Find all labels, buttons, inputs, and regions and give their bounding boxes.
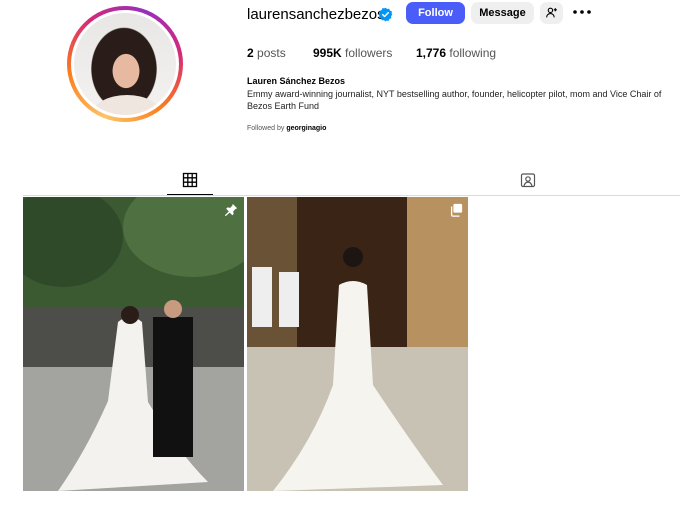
post-thumbnail-1[interactable]: [23, 197, 244, 491]
verified-badge-icon: [378, 7, 393, 22]
username: laurensanchezbezos: [247, 6, 385, 23]
active-tab-indicator: [167, 194, 213, 195]
carousel-icon: [450, 203, 463, 217]
follow-button[interactable]: Follow: [406, 2, 465, 24]
post-thumbnail-2[interactable]: [247, 197, 468, 491]
avatar-shoulder: [92, 95, 162, 115]
followers-stat[interactable]: 995K followers: [313, 46, 392, 60]
bio-text: Emmy award-winning journalist, NYT bests…: [247, 89, 662, 111]
followers-count: 995K: [313, 46, 342, 60]
avatar-border: [71, 10, 179, 118]
followers-label: followers: [345, 46, 393, 60]
posts-count-stat: 2 posts: [247, 46, 286, 60]
posts-count: 2: [247, 46, 254, 60]
tagged-icon[interactable]: [520, 172, 536, 188]
posts-label: posts: [257, 46, 286, 60]
following-stat[interactable]: 1,776 following: [416, 46, 496, 60]
avatar-photo: [74, 13, 176, 115]
profile-avatar[interactable]: [67, 6, 183, 122]
post-2-image: [247, 197, 468, 491]
following-label: following: [449, 46, 497, 60]
message-button[interactable]: Message: [471, 2, 534, 24]
grid-icon[interactable]: [182, 172, 198, 188]
more-options-icon[interactable]: [572, 5, 592, 19]
followed-by-prefix: Followed by: [247, 125, 285, 132]
suggested-users-button[interactable]: [540, 2, 563, 24]
pin-icon: [224, 203, 238, 217]
add-user-icon: [546, 7, 557, 18]
tabs-divider: [23, 195, 680, 196]
post-1-image: [23, 197, 244, 491]
full-name: Lauren Sánchez Bezos: [247, 76, 346, 86]
following-count: 1,776: [416, 46, 447, 60]
followed-by[interactable]: Followed by georginagio: [247, 125, 326, 132]
followed-by-user[interactable]: georginagio: [286, 125, 326, 132]
